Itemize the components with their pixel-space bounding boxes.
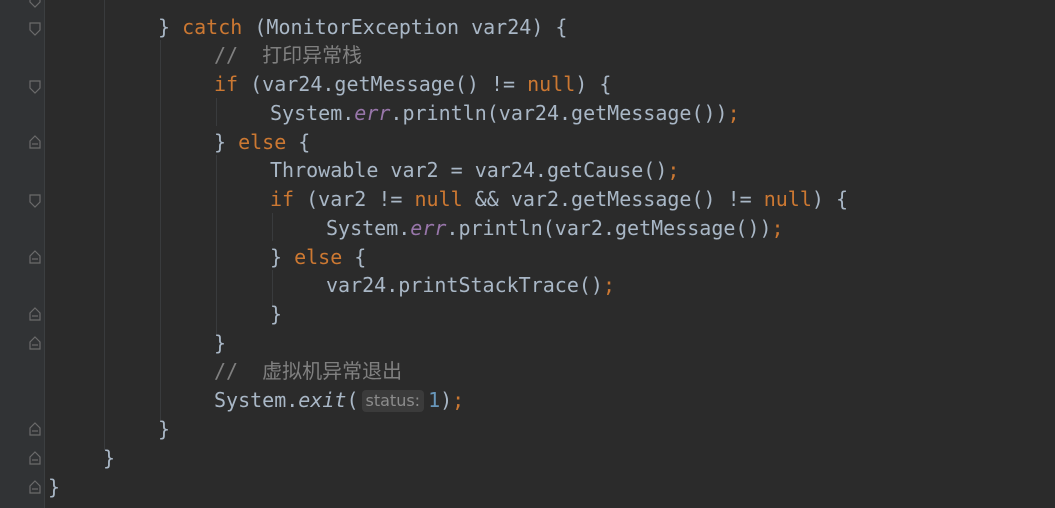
semicolon: ;: [452, 388, 465, 412]
code-line-catch: } catch (MonitorException var24) {: [158, 13, 567, 42]
paren-brace: ) {: [811, 187, 849, 211]
keyword-null: null: [527, 72, 576, 96]
keyword-null: null: [414, 187, 463, 211]
method-call: var24.printStackTrace(): [326, 273, 603, 297]
code-line-close-else: }: [214, 329, 226, 358]
code-line-close-class: }: [48, 473, 60, 502]
code-line-close-method: }: [103, 444, 115, 473]
brace: {: [286, 130, 311, 154]
fold-start-icon[interactable]: [29, 80, 41, 94]
code-comment-vm-exit: // 虚拟机异常退出: [214, 357, 402, 386]
method-call: .println(var2.getMessage()): [446, 216, 772, 240]
method-exit: exit: [298, 388, 347, 412]
fold-end-icon[interactable]: [29, 422, 41, 436]
code-line-println-var24: System.err.println(var24.getMessage());: [270, 99, 740, 128]
semicolon: ;: [727, 101, 740, 125]
parameter-hint: status:: [361, 390, 425, 412]
condition: && var2.getMessage() !=: [462, 187, 764, 211]
fold-end-icon[interactable]: [29, 135, 41, 149]
semicolon: ;: [667, 158, 680, 182]
brace: }: [270, 245, 295, 269]
paren-brace: ) {: [531, 15, 568, 39]
keyword-if: if: [270, 187, 295, 211]
code-line-close-catch: }: [158, 415, 170, 444]
keyword-null: null: [763, 187, 812, 211]
code-line-if-var2: if (var2 != null && var2.getMessage() !=…: [270, 185, 848, 214]
brace: }: [270, 302, 283, 326]
comment-text: // 打印异常栈: [214, 43, 363, 67]
class-system: System.: [270, 101, 355, 125]
keyword-else: else: [294, 245, 343, 269]
keyword-else: else: [238, 130, 287, 154]
semicolon: ;: [602, 273, 615, 297]
fold-start-icon[interactable]: [29, 194, 41, 208]
fold-end-icon[interactable]: [29, 250, 41, 264]
brace: }: [158, 15, 171, 39]
variable: var24: [459, 15, 532, 39]
brace: }: [214, 331, 227, 355]
code-comment-print-stack: // 打印异常栈: [214, 41, 362, 70]
brace: }: [214, 130, 239, 154]
paren: (: [242, 15, 267, 39]
keyword-if: if: [214, 72, 239, 96]
paren: (: [346, 388, 359, 412]
fold-end-icon[interactable]: [29, 451, 41, 465]
code-line-println-var2: System.err.println(var2.getMessage());: [326, 214, 784, 243]
fold-end-icon[interactable]: [29, 307, 41, 321]
field-err: err: [354, 101, 391, 125]
code-line-print-stack-trace: var24.printStackTrace();: [326, 271, 615, 300]
declaration: Throwable var2 = var24.getCause(): [270, 158, 668, 182]
code-editor[interactable]: } catch (MonitorException var24) { // 打印…: [48, 0, 1055, 508]
paren: ): [440, 388, 453, 412]
field-err: err: [410, 216, 447, 240]
code-line-if-message: if (var24.getMessage() != null) {: [214, 70, 611, 99]
exception-type: MonitorException: [266, 15, 460, 39]
condition: (var24.getMessage() !=: [238, 72, 528, 96]
condition: (var2 !=: [294, 187, 415, 211]
keyword-catch: catch: [182, 15, 243, 39]
semicolon: ;: [771, 216, 784, 240]
fold-end-icon[interactable]: [29, 336, 41, 350]
brace: }: [103, 446, 116, 470]
fold-start-icon[interactable]: [29, 22, 41, 36]
brace: {: [342, 245, 367, 269]
method-call: .println(var24.getMessage()): [390, 101, 728, 125]
class-system: System.: [214, 388, 299, 412]
brace: }: [48, 475, 61, 499]
brace: }: [158, 417, 171, 441]
code-line-throwable: Throwable var2 = var24.getCause();: [270, 156, 679, 185]
code-line-else-inner: } else {: [270, 243, 366, 272]
number-literal: 1: [428, 388, 441, 412]
paren-brace: ) {: [575, 72, 612, 96]
comment-text: // 虚拟机异常退出: [214, 359, 403, 383]
fold-end-icon[interactable]: [29, 480, 41, 494]
class-system: System.: [326, 216, 411, 240]
fold-end-icon[interactable]: [29, 0, 41, 8]
code-line-else: } else {: [214, 128, 310, 157]
code-line-system-exit: System.exit(status: 1);: [214, 386, 464, 415]
code-line-close-inner: }: [270, 300, 282, 329]
gutter-divider: [44, 0, 45, 508]
